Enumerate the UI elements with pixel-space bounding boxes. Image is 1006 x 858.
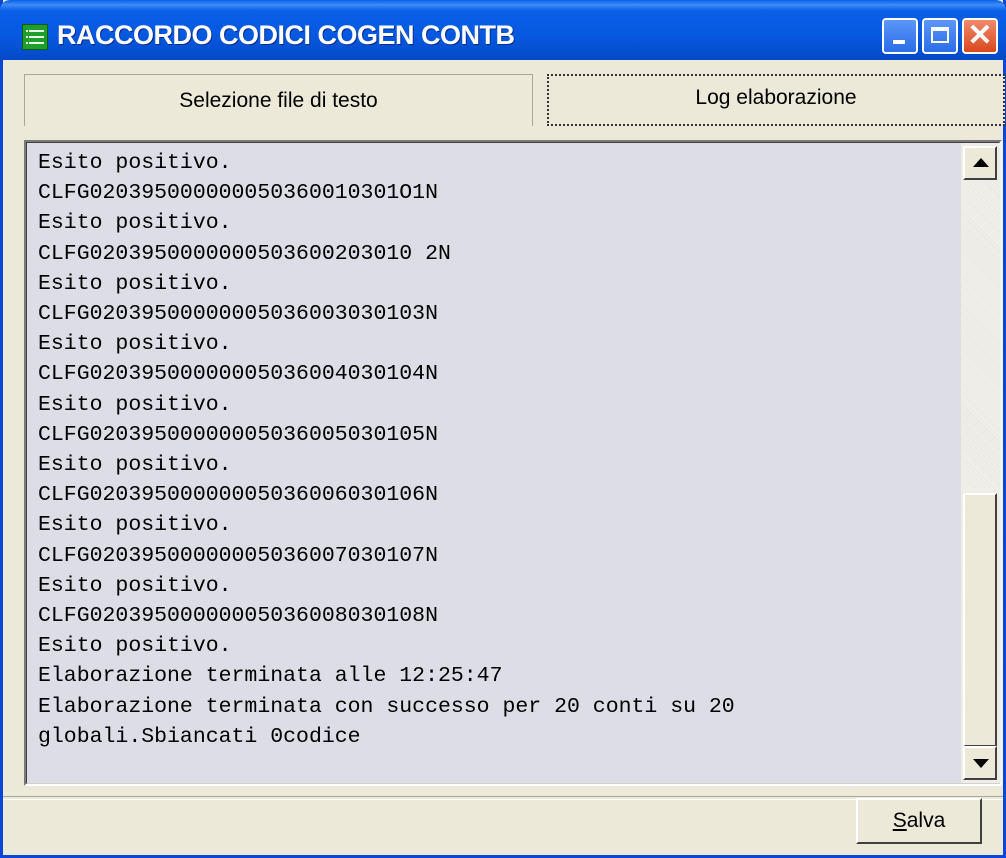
log-lines: Esito positivo. CLFG020395000000050360010… bbox=[27, 143, 961, 752]
log-line: globali.Sbiancati 0codice bbox=[38, 724, 361, 749]
log-line: CLFG02039500000005036008030108N bbox=[38, 604, 438, 629]
scroll-down-arrow-icon bbox=[973, 759, 989, 768]
close-icon: ✕ bbox=[967, 19, 993, 52]
tab-log-elaborazione[interactable]: Log elaborazione bbox=[547, 74, 1005, 126]
log-line: CLFG02039500000005036006030106N bbox=[38, 483, 438, 508]
app-table-icon[interactable] bbox=[22, 24, 48, 50]
divider bbox=[3, 796, 1003, 800]
scroll-up-arrow-icon bbox=[973, 158, 989, 167]
save-button[interactable]: Salva bbox=[856, 798, 982, 844]
log-line: Esito positivo. bbox=[38, 573, 232, 598]
log-line: Esito positivo. bbox=[38, 271, 232, 296]
log-line: Esito positivo. bbox=[38, 211, 232, 236]
log-line: Esito positivo. bbox=[38, 392, 232, 417]
save-accesskey: S bbox=[892, 809, 907, 832]
log-line: Esito positivo. bbox=[38, 453, 232, 478]
log-line: Esito positivo. bbox=[38, 634, 232, 659]
scrollbar-thumb[interactable] bbox=[963, 493, 997, 747]
title-bar[interactable]: RACCORDO CODICI COGEN CONTB ✕ bbox=[0, 0, 1006, 60]
minimize-button[interactable] bbox=[882, 18, 918, 54]
log-panel: Esito positivo. CLFG020395000000050360010… bbox=[24, 140, 1002, 786]
vertical-scrollbar[interactable] bbox=[961, 143, 1001, 783]
main-window: RACCORDO CODICI COGEN CONTB ✕ Selezione … bbox=[0, 0, 1006, 858]
save-label-rest: alva bbox=[906, 809, 946, 832]
window-title: RACCORDO CODICI COGEN CONTB bbox=[57, 20, 515, 50]
log-line: CLFG02039500000005036007030107N bbox=[38, 543, 438, 568]
maximize-button[interactable] bbox=[922, 18, 958, 54]
log-line: Esito positivo. bbox=[38, 513, 232, 538]
log-line: Elaborazione terminata con successo per … bbox=[38, 694, 735, 719]
log-line: Esito positivo. bbox=[38, 332, 232, 357]
log-line: CLFG02039500000005036004030104N bbox=[38, 362, 438, 387]
log-line: CLFG020395000000050360010301O1N bbox=[38, 181, 438, 206]
scroll-up-button[interactable] bbox=[963, 146, 997, 180]
log-line: CLFG02039500000005036005030105N bbox=[38, 422, 438, 447]
log-textarea[interactable]: Esito positivo. CLFG020395000000050360010… bbox=[27, 143, 961, 783]
log-line: CLFG02039500000005036003030103N bbox=[38, 302, 438, 327]
close-button[interactable]: ✕ bbox=[962, 18, 998, 54]
log-line: Elaborazione terminata alle 12:25:47 bbox=[38, 664, 503, 689]
scroll-down-button[interactable] bbox=[963, 746, 997, 780]
log-line: CLFG0203950000000503600203010 2N bbox=[38, 241, 451, 266]
log-line: Esito positivo. bbox=[38, 151, 232, 175]
maximize-icon bbox=[931, 27, 949, 43]
tab-selezione-file[interactable]: Selezione file di testo bbox=[24, 74, 533, 126]
minimize-icon bbox=[893, 40, 905, 44]
